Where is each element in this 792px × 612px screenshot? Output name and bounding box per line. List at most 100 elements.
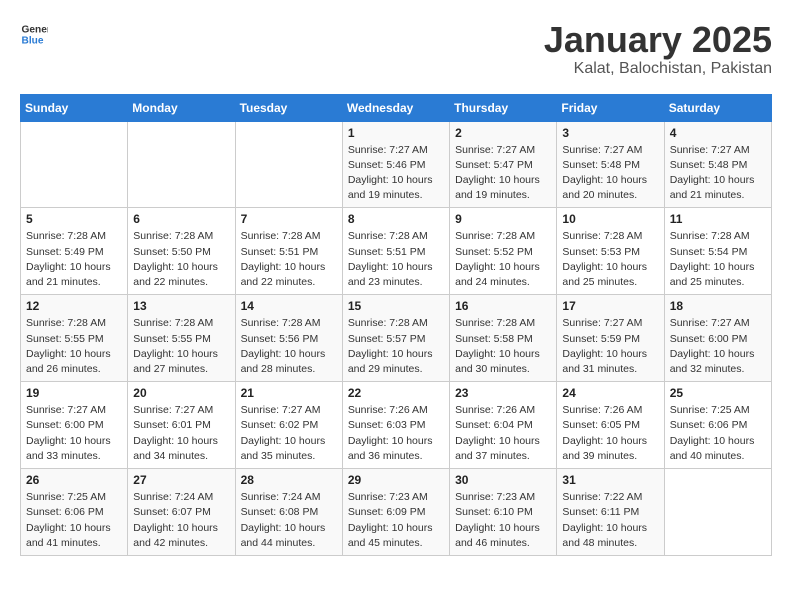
day-info: Sunrise: 7:24 AM Sunset: 6:07 PM Dayligh… <box>133 490 229 551</box>
calendar-cell: 24 Sunrise: 7:26 AM Sunset: 6:05 PM Dayli… <box>557 382 664 469</box>
header-saturday: Saturday <box>664 94 771 121</box>
calendar-cell: 25 Sunrise: 7:25 AM Sunset: 6:06 PM Dayli… <box>664 382 771 469</box>
day-info: Sunrise: 7:25 AM Sunset: 6:06 PM Dayligh… <box>670 403 766 464</box>
day-info: Sunrise: 7:27 AM Sunset: 6:01 PM Dayligh… <box>133 403 229 464</box>
day-number: 29 <box>348 473 444 487</box>
page-header: General Blue January 2025 Kalat, Balochi… <box>20 20 772 78</box>
calendar-cell: 30Sunrise: 7:23 AM Sunset: 6:10 PM Dayli… <box>450 469 557 556</box>
calendar-table: Sunday Monday Tuesday Wednesday Thursday… <box>20 94 772 556</box>
calendar-week-4: 26Sunrise: 7:25 AM Sunset: 6:06 PM Dayli… <box>21 469 772 556</box>
calendar-cell: 8 Sunrise: 7:28 AM Sunset: 5:51 PM Daylig… <box>342 208 449 295</box>
header-thursday: Thursday <box>450 94 557 121</box>
day-number: 1 <box>348 126 444 140</box>
calendar-cell <box>128 121 235 208</box>
header-friday: Friday <box>557 94 664 121</box>
day-info: Sunrise: 7:28 AM Sunset: 5:53 PM Dayligh… <box>562 229 658 290</box>
calendar-cell <box>664 469 771 556</box>
calendar-title: January 2025 <box>544 20 772 60</box>
day-info: Sunrise: 7:28 AM Sunset: 5:52 PM Dayligh… <box>455 229 551 290</box>
calendar-cell: 6Sunrise: 7:28 AM Sunset: 5:50 PM Daylig… <box>128 208 235 295</box>
day-info: Sunrise: 7:27 AM Sunset: 6:00 PM Dayligh… <box>670 316 766 377</box>
calendar-cell: 13 Sunrise: 7:28 AM Sunset: 5:55 PM Dayli… <box>128 295 235 382</box>
day-number: 28 <box>241 473 337 487</box>
day-number: 2 <box>455 126 551 140</box>
calendar-cell: 2 Sunrise: 7:27 AM Sunset: 5:47 PM Daylig… <box>450 121 557 208</box>
title-block: January 2025 Kalat, Balochistan, Pakista… <box>544 20 772 78</box>
day-number: 10 <box>562 212 658 226</box>
day-info: Sunrise: 7:23 AM Sunset: 6:09 PM Dayligh… <box>348 490 444 551</box>
day-number: 17 <box>562 299 658 313</box>
svg-text:Blue: Blue <box>22 35 44 46</box>
day-number: 8 <box>348 212 444 226</box>
calendar-cell: 18 Sunrise: 7:27 AM Sunset: 6:00 PM Dayli… <box>664 295 771 382</box>
calendar-cell: 23 Sunrise: 7:26 AM Sunset: 6:04 PM Dayli… <box>450 382 557 469</box>
calendar-cell: 4 Sunrise: 7:27 AM Sunset: 5:48 PM Daylig… <box>664 121 771 208</box>
day-info: Sunrise: 7:26 AM Sunset: 6:05 PM Dayligh… <box>562 403 658 464</box>
day-info: Sunrise: 7:28 AM Sunset: 5:55 PM Dayligh… <box>133 316 229 377</box>
calendar-cell: 27Sunrise: 7:24 AM Sunset: 6:07 PM Dayli… <box>128 469 235 556</box>
day-info: Sunrise: 7:28 AM Sunset: 5:49 PM Dayligh… <box>26 229 122 290</box>
day-info: Sunrise: 7:27 AM Sunset: 6:02 PM Dayligh… <box>241 403 337 464</box>
calendar-cell: 20Sunrise: 7:27 AM Sunset: 6:01 PM Dayli… <box>128 382 235 469</box>
day-number: 18 <box>670 299 766 313</box>
day-number: 13 <box>133 299 229 313</box>
day-info: Sunrise: 7:27 AM Sunset: 5:48 PM Dayligh… <box>562 143 658 204</box>
day-info: Sunrise: 7:26 AM Sunset: 6:04 PM Dayligh… <box>455 403 551 464</box>
calendar-cell: 22 Sunrise: 7:26 AM Sunset: 6:03 PM Dayli… <box>342 382 449 469</box>
day-info: Sunrise: 7:27 AM Sunset: 5:46 PM Dayligh… <box>348 143 444 204</box>
day-info: Sunrise: 7:25 AM Sunset: 6:06 PM Dayligh… <box>26 490 122 551</box>
day-number: 31 <box>562 473 658 487</box>
day-info: Sunrise: 7:26 AM Sunset: 6:03 PM Dayligh… <box>348 403 444 464</box>
day-info: Sunrise: 7:27 AM Sunset: 5:47 PM Dayligh… <box>455 143 551 204</box>
calendar-week-2: 12Sunrise: 7:28 AM Sunset: 5:55 PM Dayli… <box>21 295 772 382</box>
day-number: 23 <box>455 386 551 400</box>
logo-icon: General Blue <box>20 20 48 48</box>
day-info: Sunrise: 7:24 AM Sunset: 6:08 PM Dayligh… <box>241 490 337 551</box>
day-number: 14 <box>241 299 337 313</box>
calendar-cell: 31 Sunrise: 7:22 AM Sunset: 6:11 PM Dayli… <box>557 469 664 556</box>
calendar-cell: 9 Sunrise: 7:28 AM Sunset: 5:52 PM Daylig… <box>450 208 557 295</box>
svg-text:General: General <box>22 24 48 35</box>
day-info: Sunrise: 7:28 AM Sunset: 5:57 PM Dayligh… <box>348 316 444 377</box>
day-number: 19 <box>26 386 122 400</box>
logo: General Blue <box>20 20 48 48</box>
calendar-cell: 14 Sunrise: 7:28 AM Sunset: 5:56 PM Dayli… <box>235 295 342 382</box>
day-info: Sunrise: 7:28 AM Sunset: 5:54 PM Dayligh… <box>670 229 766 290</box>
day-info: Sunrise: 7:28 AM Sunset: 5:55 PM Dayligh… <box>26 316 122 377</box>
day-number: 21 <box>241 386 337 400</box>
calendar-cell: 17 Sunrise: 7:27 AM Sunset: 5:59 PM Dayli… <box>557 295 664 382</box>
header-monday: Monday <box>128 94 235 121</box>
day-number: 4 <box>670 126 766 140</box>
day-number: 3 <box>562 126 658 140</box>
calendar-week-3: 19Sunrise: 7:27 AM Sunset: 6:00 PM Dayli… <box>21 382 772 469</box>
calendar-cell: 29 Sunrise: 7:23 AM Sunset: 6:09 PM Dayli… <box>342 469 449 556</box>
day-number: 6 <box>133 212 229 226</box>
day-info: Sunrise: 7:28 AM Sunset: 5:56 PM Dayligh… <box>241 316 337 377</box>
calendar-cell: 28 Sunrise: 7:24 AM Sunset: 6:08 PM Dayli… <box>235 469 342 556</box>
day-number: 5 <box>26 212 122 226</box>
day-number: 24 <box>562 386 658 400</box>
day-info: Sunrise: 7:28 AM Sunset: 5:58 PM Dayligh… <box>455 316 551 377</box>
day-number: 16 <box>455 299 551 313</box>
day-info: Sunrise: 7:27 AM Sunset: 5:48 PM Dayligh… <box>670 143 766 204</box>
day-number: 11 <box>670 212 766 226</box>
day-info: Sunrise: 7:27 AM Sunset: 5:59 PM Dayligh… <box>562 316 658 377</box>
day-info: Sunrise: 7:28 AM Sunset: 5:51 PM Dayligh… <box>348 229 444 290</box>
calendar-cell: 10 Sunrise: 7:28 AM Sunset: 5:53 PM Dayli… <box>557 208 664 295</box>
calendar-cell: 11 Sunrise: 7:28 AM Sunset: 5:54 PM Dayli… <box>664 208 771 295</box>
day-number: 22 <box>348 386 444 400</box>
day-info: Sunrise: 7:22 AM Sunset: 6:11 PM Dayligh… <box>562 490 658 551</box>
calendar-cell: 7 Sunrise: 7:28 AM Sunset: 5:51 PM Daylig… <box>235 208 342 295</box>
day-number: 9 <box>455 212 551 226</box>
calendar-cell: 21 Sunrise: 7:27 AM Sunset: 6:02 PM Dayli… <box>235 382 342 469</box>
calendar-cell: 15Sunrise: 7:28 AM Sunset: 5:57 PM Dayli… <box>342 295 449 382</box>
day-number: 7 <box>241 212 337 226</box>
calendar-subtitle: Kalat, Balochistan, Pakistan <box>544 60 772 78</box>
header-row: Sunday Monday Tuesday Wednesday Thursday… <box>21 94 772 121</box>
day-number: 25 <box>670 386 766 400</box>
calendar-cell <box>235 121 342 208</box>
calendar-cell: 19Sunrise: 7:27 AM Sunset: 6:00 PM Dayli… <box>21 382 128 469</box>
day-info: Sunrise: 7:23 AM Sunset: 6:10 PM Dayligh… <box>455 490 551 551</box>
calendar-cell: 12Sunrise: 7:28 AM Sunset: 5:55 PM Dayli… <box>21 295 128 382</box>
day-info: Sunrise: 7:28 AM Sunset: 5:51 PM Dayligh… <box>241 229 337 290</box>
